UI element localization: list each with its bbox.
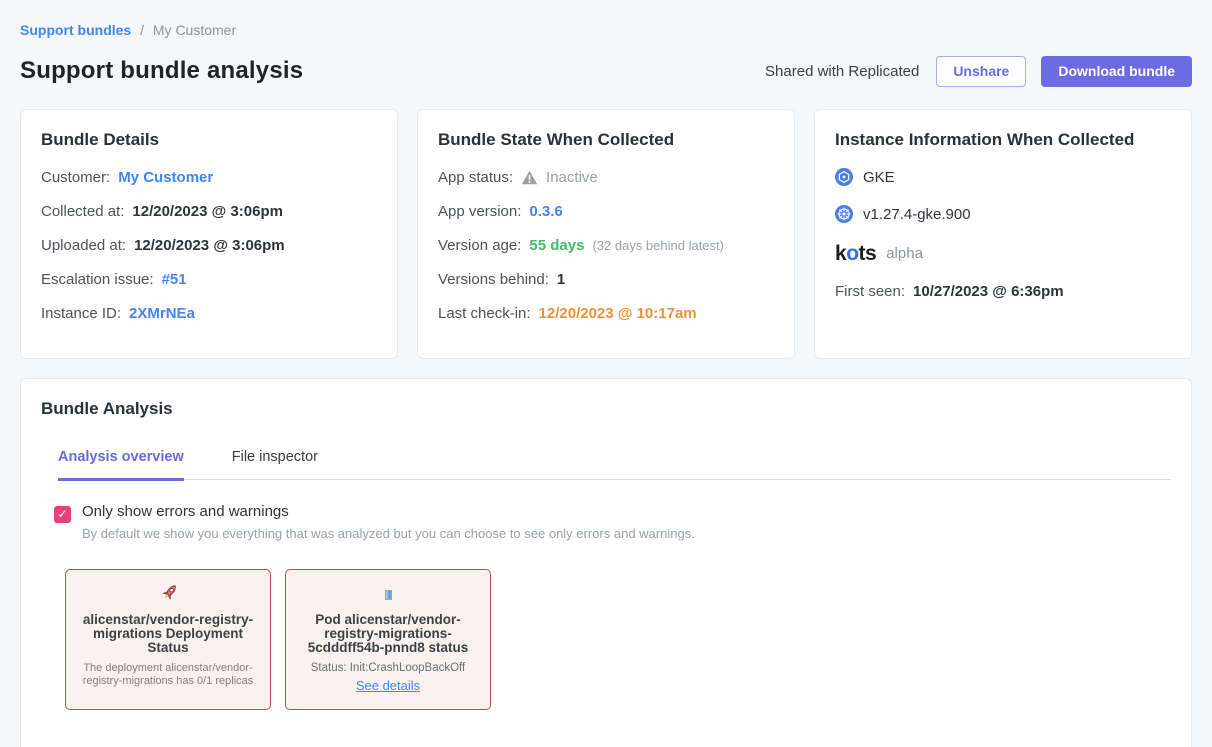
filter-label: Only show errors and warnings: [82, 503, 695, 520]
findings-row: alicenstar/vendor-registry-migrations De…: [65, 569, 1171, 710]
customer-label: Customer:: [41, 169, 110, 186]
collected-at-value: 12/20/2023 @ 3:06pm: [132, 203, 283, 220]
breadcrumb-current: My Customer: [153, 22, 236, 38]
instance-info-title: Instance Information When Collected: [835, 130, 1171, 150]
header-actions: Shared with Replicated Unshare Download …: [765, 56, 1192, 87]
last-checkin-label: Last check-in:: [438, 305, 531, 322]
first-seen-label: First seen:: [835, 283, 905, 300]
instance-info-card: Instance Information When Collected GKE …: [814, 109, 1192, 359]
download-bundle-button[interactable]: Download bundle: [1041, 56, 1192, 87]
only-errors-checkbox[interactable]: ✓: [54, 506, 71, 523]
finding-status-text: Status: Init:CrashLoopBackOff: [296, 662, 480, 674]
finding-title: Pod alicenstar/vendor-registry-migration…: [296, 613, 480, 656]
breadcrumb-support-bundles-link[interactable]: Support bundles: [20, 22, 131, 38]
first-seen-value: 10/27/2023 @ 6:36pm: [913, 283, 1064, 300]
uploaded-at-value: 12/20/2023 @ 3:06pm: [134, 237, 285, 254]
finding-description: The deployment alicenstar/vendor-registr…: [76, 662, 260, 688]
bundle-state-title: Bundle State When Collected: [438, 130, 774, 150]
distribution-value: GKE: [863, 169, 895, 186]
page-title: Support bundle analysis: [20, 57, 303, 85]
customer-link[interactable]: My Customer: [118, 169, 213, 186]
finding-title: alicenstar/vendor-registry-migrations De…: [76, 613, 260, 656]
collected-at-label: Collected at:: [41, 203, 124, 220]
escalation-issue-link[interactable]: #51: [162, 271, 187, 288]
filter-description: By default we show you everything that w…: [82, 526, 695, 541]
channel-label: alpha: [886, 245, 923, 262]
warning-icon: [521, 170, 538, 185]
bundle-analysis-card: Bundle Analysis Analysis overview File i…: [20, 378, 1192, 747]
finding-card-pod-status[interactable]: Pod alicenstar/vendor-registry-migration…: [285, 569, 491, 710]
tab-file-inspector[interactable]: File inspector: [232, 449, 318, 481]
app-status-value: Inactive: [546, 169, 598, 186]
see-details-link[interactable]: See details: [356, 678, 420, 693]
finding-card-deployment[interactable]: alicenstar/vendor-registry-migrations De…: [65, 569, 271, 710]
instance-id-link[interactable]: 2XMrNEa: [129, 305, 195, 322]
versions-behind-label: Versions behind:: [438, 271, 549, 288]
instance-id-label: Instance ID:: [41, 305, 121, 322]
bundle-details-card: Bundle Details Customer: My Customer Col…: [20, 109, 398, 359]
bundle-state-card: Bundle State When Collected App status: …: [417, 109, 795, 359]
app-version-label: App version:: [438, 203, 521, 220]
version-age-label: Version age:: [438, 237, 521, 254]
k8s-version-value: v1.27.4-gke.900: [863, 206, 971, 223]
tab-analysis-overview[interactable]: Analysis overview: [58, 449, 184, 481]
last-checkin-value: 12/20/2023 @ 10:17am: [539, 305, 697, 322]
escalation-issue-label: Escalation issue:: [41, 271, 154, 288]
page-header: Support bundle analysis Shared with Repl…: [20, 56, 1192, 87]
bundle-analysis-title: Bundle Analysis: [41, 399, 1171, 419]
analysis-tabs: Analysis overview File inspector: [58, 449, 1171, 480]
unshare-button[interactable]: Unshare: [936, 56, 1026, 87]
breadcrumb-separator: /: [140, 22, 144, 38]
bundle-details-title: Bundle Details: [41, 130, 377, 150]
app-status-label: App status:: [438, 169, 513, 186]
kots-logo: kots: [835, 242, 876, 266]
gke-icon: [835, 168, 853, 186]
broken-image-icon: [385, 590, 392, 600]
filter-row: ✓ Only show errors and warnings By defau…: [54, 503, 1171, 541]
breadcrumb: Support bundles / My Customer: [20, 22, 1192, 38]
rocket-icon: [152, 578, 185, 612]
versions-behind-value: 1: [557, 271, 565, 288]
kubernetes-icon: [835, 205, 853, 223]
uploaded-at-label: Uploaded at:: [41, 237, 126, 254]
app-version-link[interactable]: 0.3.6: [529, 203, 562, 220]
version-age-value: 55 days: [529, 237, 584, 254]
shared-status-text: Shared with Replicated: [765, 63, 919, 80]
info-cards-row: Bundle Details Customer: My Customer Col…: [20, 109, 1192, 359]
version-age-note: (32 days behind latest): [592, 238, 724, 253]
